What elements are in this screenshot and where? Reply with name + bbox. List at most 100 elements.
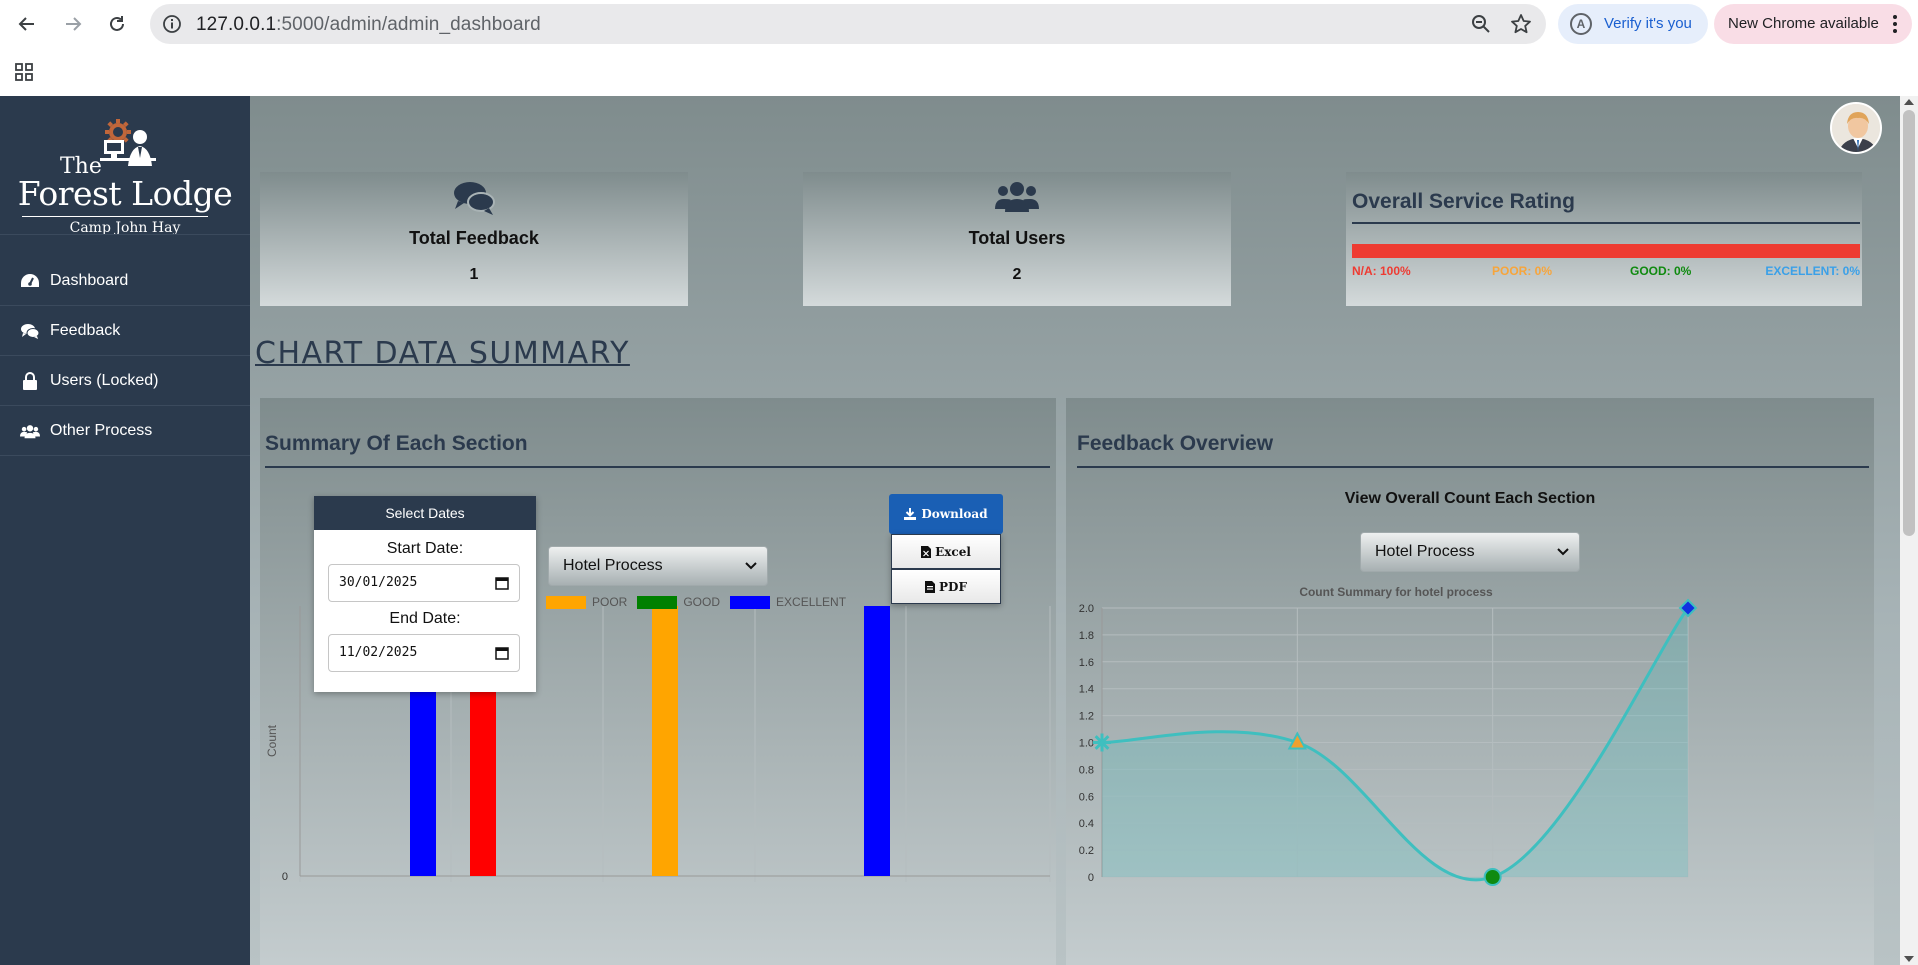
chrome-update-button[interactable]: New Chrome available xyxy=(1714,4,1912,44)
comments-icon xyxy=(20,322,40,340)
scrollbar-thumb[interactable] xyxy=(1903,110,1915,536)
pdf-label: PDF xyxy=(939,579,967,594)
comments-icon xyxy=(452,180,496,216)
y-tick-label: 1.0 xyxy=(1079,738,1094,750)
verify-identity-button[interactable]: A Verify it's you xyxy=(1558,4,1708,44)
end-date-input[interactable]: 11/02/2025 xyxy=(328,634,520,672)
dashboard-icon xyxy=(20,272,40,290)
y-tick-label: 0 xyxy=(1088,872,1094,884)
sidebar-item-dashboard[interactable]: Dashboard xyxy=(0,256,250,306)
page-viewport: The Forest Lodge Camp John Hay Dashboard… xyxy=(0,96,1918,965)
total-feedback-value: 1 xyxy=(469,266,479,283)
area-fill xyxy=(1102,608,1688,880)
rating-title: Overall Service Rating xyxy=(1352,190,1575,213)
url-text: 127.0.0.1:5000/admin/admin_dashboard xyxy=(196,14,541,35)
y-tick-label: 0.8 xyxy=(1079,764,1094,776)
rating-na: N/A: 100% xyxy=(1352,264,1411,278)
y-tick-label: 0 xyxy=(282,871,288,883)
apps-grid-icon[interactable] xyxy=(14,62,34,82)
start-date-value: 30/01/2025 xyxy=(339,575,418,590)
forward-arrow-icon[interactable] xyxy=(60,11,86,37)
address-bar[interactable]: 127.0.0.1:5000/admin/admin_dashboard xyxy=(150,4,1546,44)
sidebar-item-label: Users (Locked) xyxy=(50,371,159,389)
y-tick-label: 0.2 xyxy=(1079,845,1094,857)
kebab-menu-icon[interactable] xyxy=(1892,13,1898,35)
chevron-down-icon xyxy=(745,562,757,570)
summary-process-value: Hotel Process xyxy=(563,557,663,574)
bookmark-star-icon[interactable] xyxy=(1510,13,1532,35)
end-date-label: End Date: xyxy=(389,610,461,627)
rating-progress-bar xyxy=(1352,244,1860,258)
select-dates-header[interactable]: Select Dates xyxy=(314,496,536,530)
y-tick-label: 1.4 xyxy=(1079,684,1094,696)
main-content: Total Feedback 1 Total Users 2 Overall S… xyxy=(250,96,1900,965)
overall-service-rating-card: Overall Service Rating N/A: 100% POOR: 0… xyxy=(1346,172,1862,306)
sidebar-item-users-locked[interactable]: Users (Locked) xyxy=(0,356,250,406)
legend-swatch-poor xyxy=(546,595,586,609)
date-range-picker: Select Dates Start Date: 30/01/2025 End … xyxy=(314,496,536,692)
legend-label-excellent: EXCELLENT xyxy=(776,595,847,609)
chart-data-summary-heading: CHART DATA SUMMARY xyxy=(255,336,630,371)
data-point xyxy=(1093,733,1111,752)
sidebar-item-other-process[interactable]: Other Process xyxy=(0,406,250,456)
legend-label-poor: POOR xyxy=(592,595,628,609)
staff-at-desk-icon xyxy=(100,130,156,166)
end-date-value: 11/02/2025 xyxy=(339,645,418,660)
sidebar: The Forest Lodge Camp John Hay Dashboard… xyxy=(0,96,250,965)
rating-good: GOOD: 0% xyxy=(1630,264,1692,278)
start-date-input[interactable]: 30/01/2025 xyxy=(328,564,520,602)
sidebar-item-feedback[interactable]: Feedback xyxy=(0,306,250,356)
export-pdf-button[interactable]: PDF xyxy=(891,569,1001,604)
y-tick-label: 0.6 xyxy=(1079,791,1094,803)
users-icon xyxy=(20,422,40,440)
pdf-file-icon xyxy=(925,580,936,593)
y-axis-label: Count xyxy=(265,724,279,757)
download-label: Download xyxy=(921,507,988,521)
total-users-card: Total Users 2 xyxy=(803,172,1231,306)
excel-file-icon xyxy=(921,545,932,558)
calendar-icon[interactable] xyxy=(495,646,509,660)
total-users-title: Total Users xyxy=(968,228,1066,248)
browser-toolbar: 127.0.0.1:5000/admin/admin_dashboard A V… xyxy=(0,0,1918,48)
sidebar-item-label: Dashboard xyxy=(50,271,129,289)
update-label: New Chrome available xyxy=(1728,15,1879,32)
legend-label-good: GOOD xyxy=(683,595,721,609)
scroll-up-arrow-icon[interactable] xyxy=(1904,99,1914,105)
rating-progress-fill xyxy=(1352,244,1860,258)
page-scrollbar[interactable] xyxy=(1900,96,1918,965)
summary-process-select[interactable]: Hotel Process xyxy=(548,546,768,586)
data-point xyxy=(1483,868,1502,886)
bar xyxy=(652,606,678,876)
sidebar-item-label: Other Process xyxy=(50,421,153,439)
reload-icon[interactable] xyxy=(104,11,130,37)
y-tick-label: 1.2 xyxy=(1079,711,1094,723)
forest-lodge-logo[interactable]: The Forest Lodge Camp John Hay xyxy=(0,116,250,236)
bar-chart-legend: POOR GOOD EXCELLENT xyxy=(546,595,846,609)
zoom-icon[interactable] xyxy=(1470,13,1492,35)
calendar-icon[interactable] xyxy=(495,576,509,590)
y-tick-label: 1.8 xyxy=(1079,630,1094,642)
count-summary-line-chart: Count Summary for hotel process 2.0 1.8 1.6… xyxy=(1079,585,1698,886)
export-excel-button[interactable]: Excel xyxy=(891,534,1001,569)
bar xyxy=(864,606,890,876)
user-avatar[interactable] xyxy=(1830,102,1882,154)
excel-label: Excel xyxy=(935,544,971,559)
y-tick-label: 2.0 xyxy=(1079,603,1094,615)
download-menu: Excel PDF xyxy=(891,534,1001,604)
users-icon xyxy=(995,180,1039,216)
y-tick-label: 0.4 xyxy=(1079,818,1094,830)
y-tick-label: 1.6 xyxy=(1079,657,1094,669)
lock-icon xyxy=(20,371,40,390)
download-button[interactable]: Download xyxy=(889,494,1003,534)
scroll-down-arrow-icon[interactable] xyxy=(1904,956,1914,962)
total-feedback-card: Total Feedback 1 xyxy=(260,172,688,306)
start-date-label: Start Date: xyxy=(386,540,464,557)
logo-name: Forest Lodge xyxy=(17,174,233,213)
chart-title: Count Summary for hotel process xyxy=(1299,585,1493,599)
back-arrow-icon[interactable] xyxy=(14,11,40,37)
profile-icon: A xyxy=(1570,13,1592,35)
bookmarks-bar xyxy=(0,48,1918,96)
site-info-icon[interactable] xyxy=(162,14,182,34)
logo-underline xyxy=(22,216,208,217)
sidebar-item-label: Feedback xyxy=(50,321,121,339)
